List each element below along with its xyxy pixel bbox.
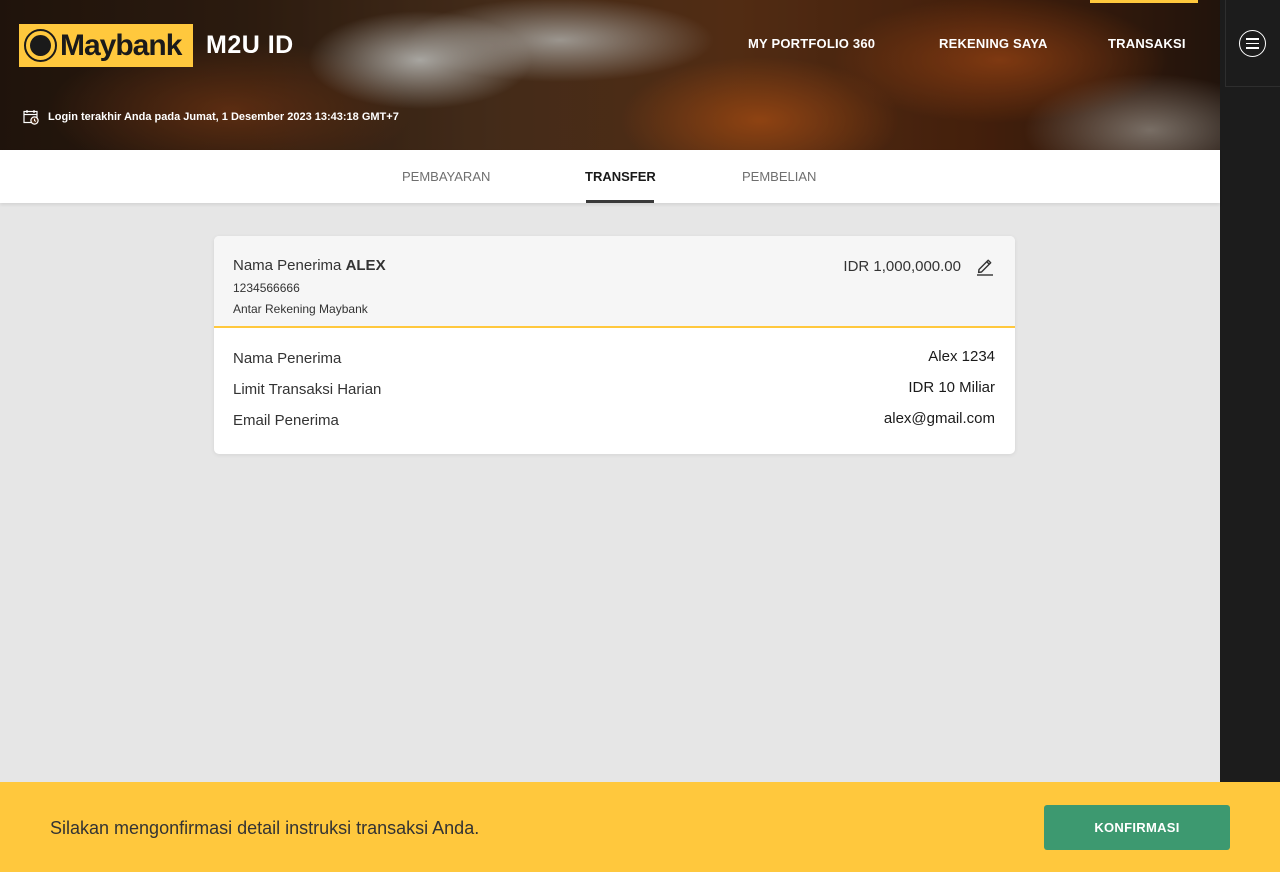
nav-rekening-saya[interactable]: REKENING SAYA	[939, 36, 1048, 51]
tab-pembelian[interactable]: PEMBELIAN	[742, 169, 816, 184]
brand-name: Maybank	[60, 28, 182, 62]
row-label-email-penerima: Email Penerima	[233, 412, 339, 429]
row-value-email-penerima: alex@gmail.com	[883, 410, 995, 427]
pencil-edit-icon[interactable]	[975, 256, 995, 276]
transfer-detail-card: Nama Penerima ALEX 1234566666 Antar Reke…	[214, 236, 1015, 454]
hamburger-menu-icon[interactable]	[1239, 30, 1266, 57]
recipient-title-prefix: Nama Penerima	[233, 257, 342, 274]
banner-overlay	[0, 0, 1225, 150]
nav-my-portfolio[interactable]: MY PORTFOLIO 360	[748, 36, 875, 51]
tiger-emblem-icon	[24, 29, 57, 62]
active-nav-indicator	[1090, 0, 1198, 3]
row-value-nama-penerima: Alex 1234	[928, 348, 995, 365]
recipient-name: ALEX	[345, 257, 386, 274]
recipient-title: Nama Penerima ALEX	[233, 257, 386, 274]
tab-transfer[interactable]: TRANSFER	[585, 169, 656, 184]
side-panel	[1220, 0, 1280, 872]
maybank-logo[interactable]: Maybank	[19, 24, 193, 67]
confirmation-message: Silakan mengonfirmasi detail instruksi t…	[50, 818, 480, 838]
row-value-limit-harian: IDR 10 Miliar	[908, 379, 995, 396]
transfer-type: Antar Rekening Maybank	[233, 302, 368, 316]
header-banner	[0, 0, 1225, 150]
confirm-button[interactable]: KONFIRMASI	[1044, 805, 1230, 850]
account-number: 1234566666	[233, 281, 300, 295]
confirmation-footer: Silakan mengonfirmasi detail instruksi t…	[0, 782, 1280, 872]
row-label-nama-penerima: Nama Penerima	[233, 350, 342, 367]
nav-transaksi[interactable]: TRANSAKSI	[1108, 36, 1186, 51]
transaction-tabs: PEMBAYARAN TRANSFER PEMBELIAN	[0, 150, 1220, 203]
card-summary: Nama Penerima ALEX 1234566666 Antar Reke…	[214, 236, 1015, 328]
row-label-limit-harian: Limit Transaksi Harian	[233, 381, 382, 398]
tab-pembayaran[interactable]: PEMBAYARAN	[402, 169, 490, 184]
transfer-amount: IDR 1,000,000.00	[843, 258, 961, 275]
last-login-info: Login terakhir Anda pada Jumat, 1 Desemb…	[23, 109, 399, 125]
product-name: M2U ID	[206, 31, 294, 59]
last-login-text: Login terakhir Anda pada Jumat, 1 Desemb…	[48, 111, 399, 123]
active-tab-underline	[586, 200, 654, 203]
calendar-clock-icon	[23, 110, 39, 125]
